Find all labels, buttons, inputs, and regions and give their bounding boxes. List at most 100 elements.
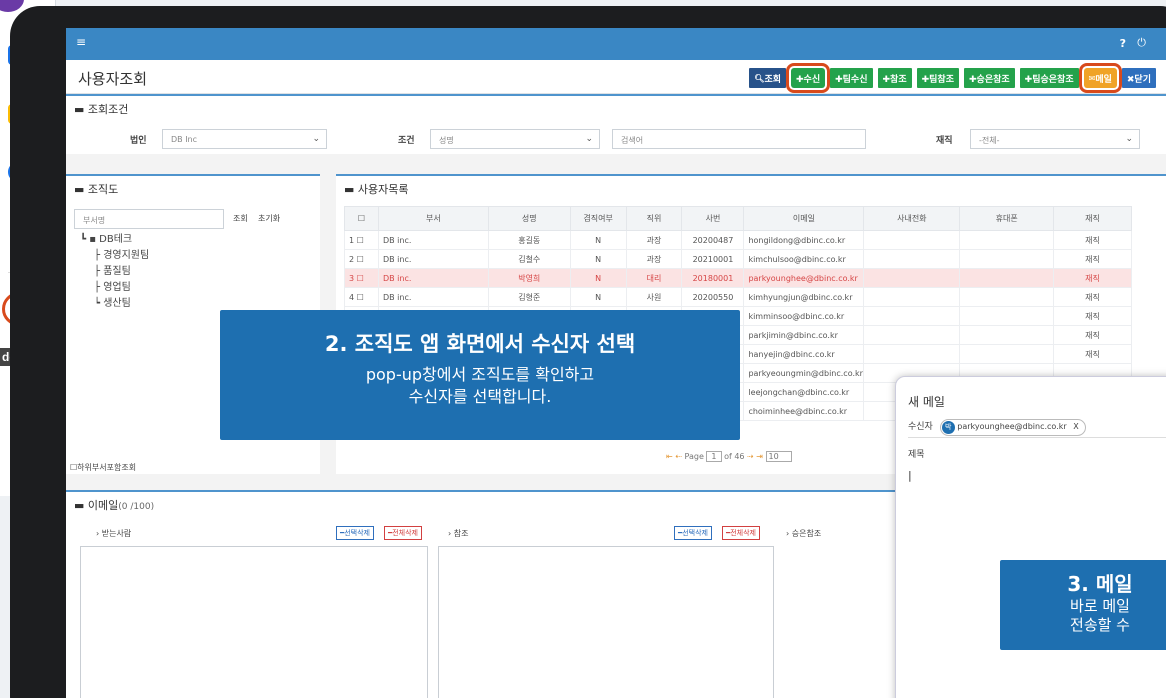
cc-label: › 참조 xyxy=(448,529,469,538)
callout-step-3-line1: 바로 메일 xyxy=(1070,597,1130,615)
table-cell: parkyeoungmin@dbinc.co.kr xyxy=(743,363,865,383)
dept-input[interactable]: 부서명 xyxy=(74,209,224,229)
table-cell xyxy=(959,230,1055,250)
table-cell: DB inc. xyxy=(377,287,489,307)
org-search-button[interactable]: 조회 xyxy=(233,213,248,224)
column-header[interactable]: 겸직여부 xyxy=(569,206,627,231)
corp-select[interactable]: DB Inc ⌄ xyxy=(162,129,327,149)
to-delete-selected-button[interactable]: ━선택삭제 xyxy=(336,526,374,540)
table-cell: 재직 xyxy=(1053,249,1132,269)
table-cell: N xyxy=(569,230,627,250)
row-checkbox[interactable]: 3 ☐ xyxy=(344,268,379,288)
table-cell xyxy=(863,325,961,345)
table-cell: hongildong@dbinc.co.kr xyxy=(743,230,865,250)
row-number: 3 xyxy=(349,273,355,283)
page-label: Page xyxy=(684,452,704,461)
tree-item[interactable]: ├ 경영지원팀 xyxy=(94,246,149,261)
table-cell: DB inc. xyxy=(377,249,489,269)
compose-title: 새 메일 xyxy=(908,395,945,409)
column-header[interactable]: 성명 xyxy=(487,206,571,231)
title-bar: 사용자조회 🔍︎ 조회 ✚수신 ✚팀수신 ✚참조 ✚팀참조 ✚승은참조 ✚팀승은참조 ✉ 메일… xyxy=(66,60,1166,94)
recipient-chip[interactable]: 박 parkyounghee@dbinc.co.kr X xyxy=(939,419,1086,436)
to-delete-all-button[interactable]: ━전체삭제 xyxy=(384,526,422,540)
app-logo-icon xyxy=(0,0,24,12)
table-cell: 대리 xyxy=(625,268,683,288)
chevron-down-icon: ⌄ xyxy=(1125,134,1133,144)
first-page-icon[interactable]: ⇤ ⇠ xyxy=(666,452,682,461)
column-header[interactable]: 사번 xyxy=(681,206,745,231)
table-cell: 과장 xyxy=(625,249,683,269)
cond-select[interactable]: 성명 ⌄ xyxy=(430,129,600,149)
toolbar-button-5[interactable]: ✚승은참조 xyxy=(964,68,1015,88)
column-header[interactable]: 재직 xyxy=(1053,206,1132,231)
page-input[interactable]: 1 xyxy=(706,451,722,462)
compose-body[interactable]: | xyxy=(908,469,1166,559)
tree-root[interactable]: ┗ ▪ DB테크 xyxy=(80,230,132,245)
toolbar-button-6[interactable]: ✚팀승은참조 xyxy=(1019,68,1079,88)
next-page-icon[interactable]: ⇢ ⇥ xyxy=(747,452,763,461)
table-cell: N xyxy=(569,287,627,307)
table-cell: 재직 xyxy=(1053,325,1132,345)
table-cell: parkyounghee@dbinc.co.kr xyxy=(743,268,865,288)
toolbar-button-4[interactable]: ✚팀참조 xyxy=(916,68,959,88)
table-cell: N xyxy=(569,249,627,269)
toolbar-button-0[interactable]: 🔍︎ 조회 xyxy=(749,68,786,88)
users-panel-title: ▬ 사용자목록 xyxy=(344,183,409,196)
tree-item[interactable]: ┕ 생산팀 xyxy=(94,294,131,309)
keyword-input[interactable]: 검색어 xyxy=(612,129,866,149)
row-checkbox[interactable]: 4 ☐ xyxy=(344,287,379,307)
toolbar-button-label: ✚수신 xyxy=(796,74,821,85)
page-title: 사용자조회 xyxy=(78,70,148,88)
row-number: 2 xyxy=(349,254,355,264)
to-label: › 받는사람 xyxy=(96,529,132,538)
column-header[interactable]: 이메일 xyxy=(743,206,865,231)
toolbar-button-1[interactable]: ✚수신 xyxy=(785,63,831,93)
row-checkbox[interactable]: 1 ☐ xyxy=(344,230,379,250)
table-cell xyxy=(863,249,961,269)
table-cell: parkjimin@dbinc.co.kr xyxy=(743,325,865,345)
table-cell xyxy=(959,268,1055,288)
include-sub-checkbox[interactable]: ☐하위부서포함조회 xyxy=(70,462,136,473)
column-header[interactable]: 사내전화 xyxy=(863,206,961,231)
toolbar-button-3[interactable]: ✚참조 xyxy=(877,68,912,88)
table-cell xyxy=(863,230,961,250)
column-header[interactable]: 휴대폰 xyxy=(959,206,1055,231)
toolbar-button-label: ✖닫기 xyxy=(1126,74,1151,85)
stage: 31 dd-On + ≡ ? ⏻ 사용자조회 🔍︎ 조회✚수신✚팀수신✚참조✚팀… xyxy=(0,0,1166,698)
cond-label: 조건 xyxy=(398,136,415,146)
table-cell: 과장 xyxy=(625,230,683,250)
to-list[interactable] xyxy=(80,546,428,698)
column-header[interactable]: 직위 xyxy=(625,206,683,231)
menu-icon[interactable]: ≡ xyxy=(76,35,86,49)
status-select[interactable]: -전체- ⌄ xyxy=(970,129,1140,149)
corp-label: 법인 xyxy=(130,136,147,146)
page-size-select[interactable]: 10 xyxy=(765,451,792,462)
cc-delete-selected-button[interactable]: ━선택삭제 xyxy=(674,526,712,540)
table-row[interactable]: 4 ☐ DB inc. 김형준 N 사원 20200550 kimhyungjun@dbin… xyxy=(344,287,1132,307)
table-cell xyxy=(863,268,961,288)
table-cell: 재직 xyxy=(1053,306,1132,326)
table-cell: 20200487 xyxy=(681,230,745,250)
toolbar-button-7[interactable]: ✉ 메일 xyxy=(1078,63,1122,93)
toolbar-button-label: 조회 xyxy=(764,74,781,85)
remove-recipient-icon[interactable]: X xyxy=(1073,422,1078,431)
table-cell: DB inc. xyxy=(377,268,489,288)
row-checkbox[interactable]: 2 ☐ xyxy=(344,249,379,269)
table-row[interactable]: 1 ☐ DB inc. 홍길동 N 과장 20200487 hongildong@dbinc… xyxy=(344,230,1132,250)
table-row[interactable]: 2 ☐ DB inc. 김철수 N 과장 20210001 kimchulsoo@dbinc… xyxy=(344,249,1132,269)
toolbar-button-label: ✚팀승은참조 xyxy=(1024,74,1074,85)
toolbar-button-2[interactable]: ✚팀수신 xyxy=(830,68,873,88)
power-icon[interactable]: ⏻ xyxy=(1137,36,1146,50)
table-row[interactable]: 3 ☐ DB inc. 박영희 N 대리 20180001 parkyounghee@dbi… xyxy=(344,268,1132,288)
table-cell: 20180001 xyxy=(681,268,745,288)
cc-delete-all-button[interactable]: ━전체삭제 xyxy=(722,526,760,540)
help-icon[interactable]: ? xyxy=(1120,37,1126,50)
toolbar-button-8[interactable]: ✖닫기 xyxy=(1121,68,1156,88)
select-all-checkbox[interactable]: ☐ xyxy=(344,206,379,231)
cc-list[interactable] xyxy=(438,546,774,698)
tree-item[interactable]: ├ 품질팀 xyxy=(94,262,131,277)
tree-item[interactable]: ├ 영업팀 xyxy=(94,278,131,293)
org-reset-button[interactable]: 초기화 xyxy=(258,213,280,224)
callout-step-3-title: 3. 메일 xyxy=(1067,572,1133,596)
column-header[interactable]: 부서 xyxy=(377,206,489,231)
